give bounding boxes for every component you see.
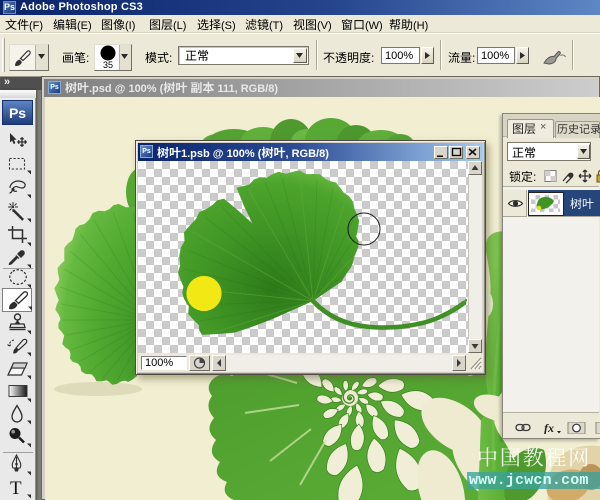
svg-text:T: T bbox=[10, 478, 22, 499]
svg-text::: : bbox=[169, 51, 172, 65]
svg-text:(F): (F) bbox=[29, 20, 43, 32]
svg-text:(E): (E) bbox=[77, 20, 92, 32]
svg-text:(S): (S) bbox=[221, 20, 236, 32]
svg-text:(H): (H) bbox=[413, 20, 428, 32]
svg-text::: : bbox=[86, 51, 89, 65]
svg-text:(W): (W) bbox=[365, 20, 383, 32]
svg-text::: : bbox=[371, 51, 374, 65]
svg-text:(V): (V) bbox=[317, 20, 332, 32]
svg-text:, RGB/8): , RGB/8) bbox=[286, 148, 330, 160]
svg-text:.psd @ 100% (: .psd @ 100% ( bbox=[89, 83, 164, 95]
svg-text:1.psb @ 100% (: 1.psb @ 100% ( bbox=[181, 148, 262, 160]
svg-text::: : bbox=[533, 170, 536, 184]
svg-text:(L): (L) bbox=[173, 20, 186, 32]
svg-text:(I): (I) bbox=[125, 20, 135, 32]
svg-text:fx: fx bbox=[544, 422, 554, 434]
svg-text::: : bbox=[472, 51, 475, 65]
svg-text:111, RGB/8): 111, RGB/8) bbox=[214, 83, 278, 95]
svg-text:(T): (T) bbox=[269, 20, 283, 32]
